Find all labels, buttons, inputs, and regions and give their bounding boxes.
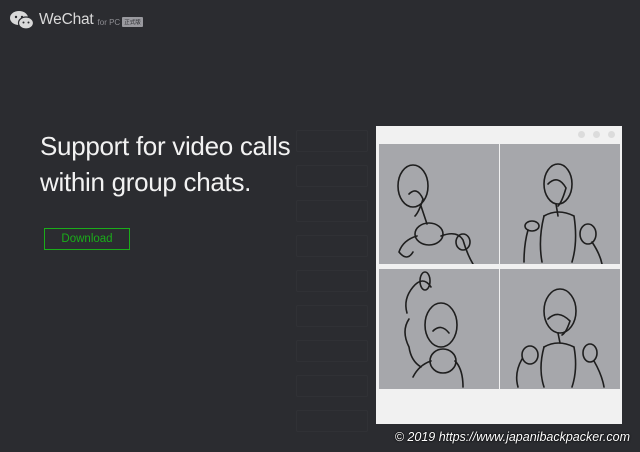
video-tile-4: [500, 269, 620, 389]
brand-name[interactable]: WeChat: [39, 11, 94, 29]
window-dot-icon: [593, 131, 600, 138]
video-tile-2: [500, 144, 620, 264]
video-tile-1: [379, 144, 499, 264]
window-dot-icon: [608, 131, 615, 138]
version-badge: 正式版: [122, 17, 143, 27]
brand-subtitle: for PC: [97, 17, 121, 27]
video-tile-3: [379, 269, 499, 389]
preview-titlebar: [376, 126, 622, 142]
page-headline: Support for video calls within group cha…: [40, 128, 340, 200]
download-button[interactable]: Download: [44, 228, 130, 250]
sketch-figure-icon: [397, 164, 474, 264]
sketch-figure-icon: [404, 271, 464, 388]
headline-line-1: Support for video calls: [40, 131, 291, 161]
group-video-call-preview: [376, 126, 622, 424]
window-dot-icon: [578, 131, 585, 138]
sketch-figure-icon: [523, 163, 603, 264]
site-header: WeChat for PC 正式版: [9, 10, 143, 30]
sketch-figure-icon: [515, 288, 605, 388]
copyright-watermark: © 2019 https://www.japanibackpacker.com: [394, 430, 630, 444]
headline-line-2: within group chats.: [40, 167, 252, 197]
wechat-logo-icon[interactable]: [9, 10, 35, 30]
